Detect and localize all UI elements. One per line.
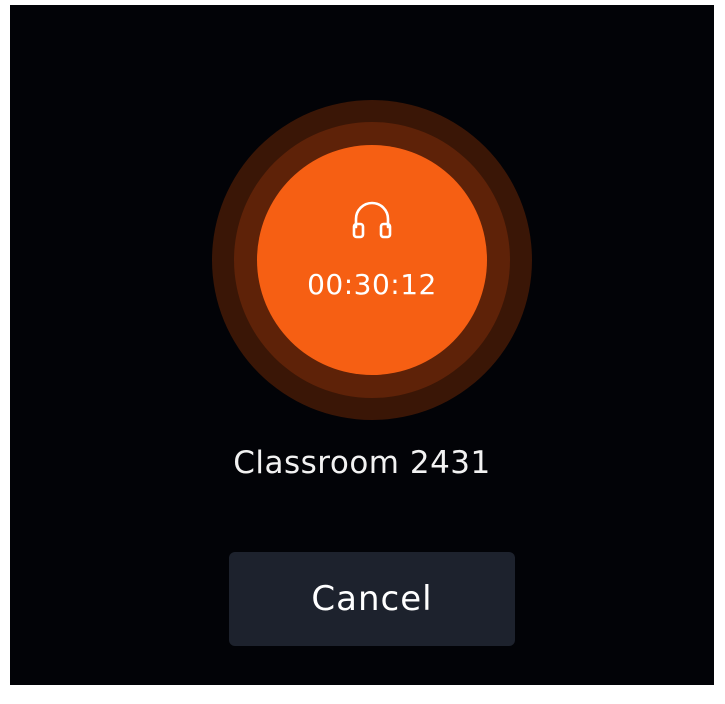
headphones-icon: [350, 197, 394, 241]
cancel-button[interactable]: Cancel: [229, 552, 515, 646]
room-name: Classroom 2431: [233, 445, 491, 481]
call-timer: 00:30:12: [307, 268, 437, 301]
call-screen: 00:30:12 Classroom 2431 Cancel: [10, 5, 714, 685]
call-status-circle: 00:30:12: [257, 145, 487, 375]
call-indicator: 00:30:12: [212, 100, 532, 420]
